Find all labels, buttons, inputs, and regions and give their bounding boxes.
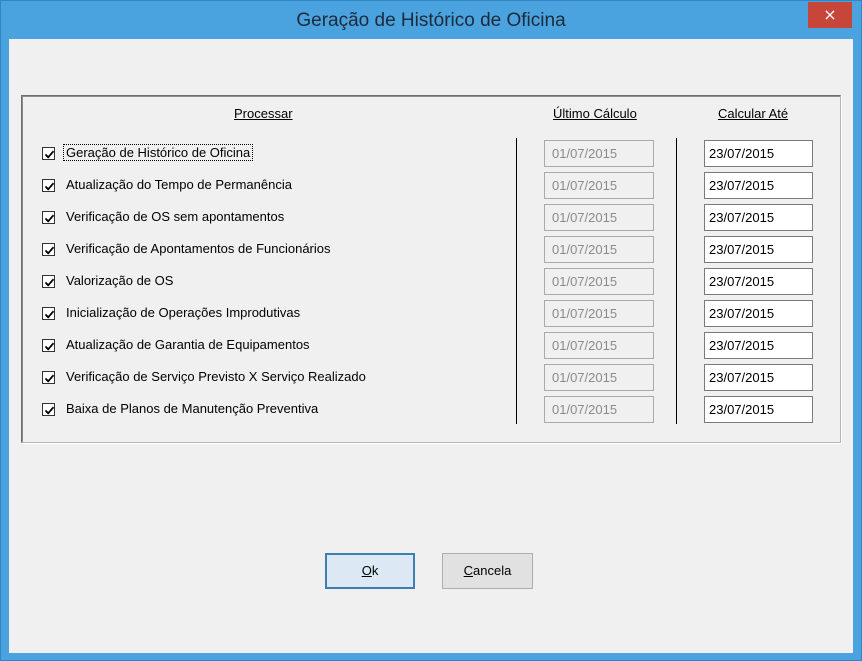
calcular-ate-field[interactable]: 23/07/2015 xyxy=(704,204,813,231)
cancel-label: ancela xyxy=(473,563,512,578)
process-label[interactable]: Inicialização de Operações Improdutivas xyxy=(66,305,300,320)
process-row: Verificação de Serviço Previsto X Serviç… xyxy=(22,364,842,394)
process-row: Verificação de Apontamentos de Funcionár… xyxy=(22,236,842,266)
process-label[interactable]: Verificação de Apontamentos de Funcionár… xyxy=(66,241,331,256)
process-label[interactable]: Verificação de OS sem apontamentos xyxy=(66,209,284,224)
process-checkbox[interactable] xyxy=(42,307,55,320)
header-processar: Processar xyxy=(234,106,293,121)
process-checkbox[interactable] xyxy=(42,243,55,256)
calcular-ate-field[interactable]: 23/07/2015 xyxy=(704,332,813,359)
header-ultimo-calculo: Último Cálculo xyxy=(553,106,637,121)
cancel-button[interactable]: Cancela xyxy=(442,553,533,589)
process-label[interactable]: Verificação de Serviço Previsto X Serviç… xyxy=(66,369,366,384)
ultimo-calculo-field: 01/07/2015 xyxy=(544,396,654,423)
ultimo-calculo-field: 01/07/2015 xyxy=(544,236,654,263)
process-label[interactable]: Geração de Histórico de Oficina xyxy=(62,144,254,161)
checkmark-icon xyxy=(44,150,55,159)
calcular-ate-field[interactable]: 23/07/2015 xyxy=(704,268,813,295)
process-row: Atualização do Tempo de Permanência 01/07… xyxy=(22,172,842,202)
ultimo-calculo-field: 01/07/2015 xyxy=(544,172,654,199)
calcular-ate-field[interactable]: 23/07/2015 xyxy=(704,236,813,263)
window-title: Geração de Histórico de Oficina xyxy=(296,10,566,31)
process-row: Geração de Histórico de Oficina 01/07/201… xyxy=(22,140,842,170)
process-label[interactable]: Baixa de Planos de Manutenção Preventiva xyxy=(66,401,318,416)
checkmark-icon xyxy=(44,406,55,415)
checkmark-icon xyxy=(44,182,55,191)
process-label[interactable]: Atualização de Garantia de Equipamentos xyxy=(66,337,310,352)
dialog-body: Processar Último Cálculo Calcular Até Ge… xyxy=(9,39,853,653)
header-calcular-ate: Calcular Até xyxy=(718,106,789,121)
checkmark-icon xyxy=(44,246,55,255)
process-row: Valorização de OS 01/07/2015 23/07/2015 xyxy=(22,268,842,298)
ultimo-calculo-field: 01/07/2015 xyxy=(544,364,654,391)
calcular-ate-field[interactable]: 23/07/2015 xyxy=(704,364,813,391)
process-checkbox[interactable] xyxy=(42,275,55,288)
ultimo-calculo-field: 01/07/2015 xyxy=(544,268,654,295)
process-checkbox[interactable] xyxy=(42,403,55,416)
ok-mnemonic: O xyxy=(361,563,372,578)
process-label[interactable]: Valorização de OS xyxy=(66,273,173,288)
calcular-ate-field[interactable]: 23/07/2015 xyxy=(704,140,813,167)
process-checkbox[interactable] xyxy=(42,179,55,192)
calcular-ate-field[interactable]: 23/07/2015 xyxy=(704,172,813,199)
ultimo-calculo-field: 01/07/2015 xyxy=(544,140,654,167)
calcular-ate-field[interactable]: 23/07/2015 xyxy=(704,396,813,423)
process-group: Processar Último Cálculo Calcular Até Ge… xyxy=(21,95,841,443)
process-checkbox[interactable] xyxy=(42,371,55,384)
process-checkbox[interactable] xyxy=(42,147,55,160)
process-row: Verificação de OS sem apontamentos 01/07/… xyxy=(22,204,842,234)
process-label[interactable]: Atualização do Tempo de Permanência xyxy=(66,177,292,192)
ultimo-calculo-field: 01/07/2015 xyxy=(544,300,654,327)
title-bar[interactable]: Geração de Histórico de Oficina × xyxy=(1,1,861,39)
checkmark-icon xyxy=(44,214,55,223)
dialog-window: Geração de Histórico de Oficina × Proces… xyxy=(0,0,862,661)
process-checkbox[interactable] xyxy=(42,339,55,352)
process-row: Baixa de Planos de Manutenção Preventiva… xyxy=(22,396,842,426)
close-button[interactable]: × xyxy=(808,2,852,28)
ultimo-calculo-field: 01/07/2015 xyxy=(544,204,654,231)
cancel-mnemonic: C xyxy=(463,563,474,578)
checkmark-icon xyxy=(44,342,55,351)
ok-label: k xyxy=(371,563,379,578)
close-icon: × xyxy=(823,5,837,24)
checkmark-icon xyxy=(44,310,55,319)
checkmark-icon xyxy=(44,278,55,287)
ok-button[interactable]: Ok xyxy=(325,553,415,589)
ultimo-calculo-field: 01/07/2015 xyxy=(544,332,654,359)
checkmark-icon xyxy=(44,374,55,383)
process-row: Inicialização de Operações Improdutivas 0… xyxy=(22,300,842,330)
calcular-ate-field[interactable]: 23/07/2015 xyxy=(704,300,813,327)
process-checkbox[interactable] xyxy=(42,211,55,224)
process-row: Atualização de Garantia de Equipamentos 0… xyxy=(22,332,842,362)
